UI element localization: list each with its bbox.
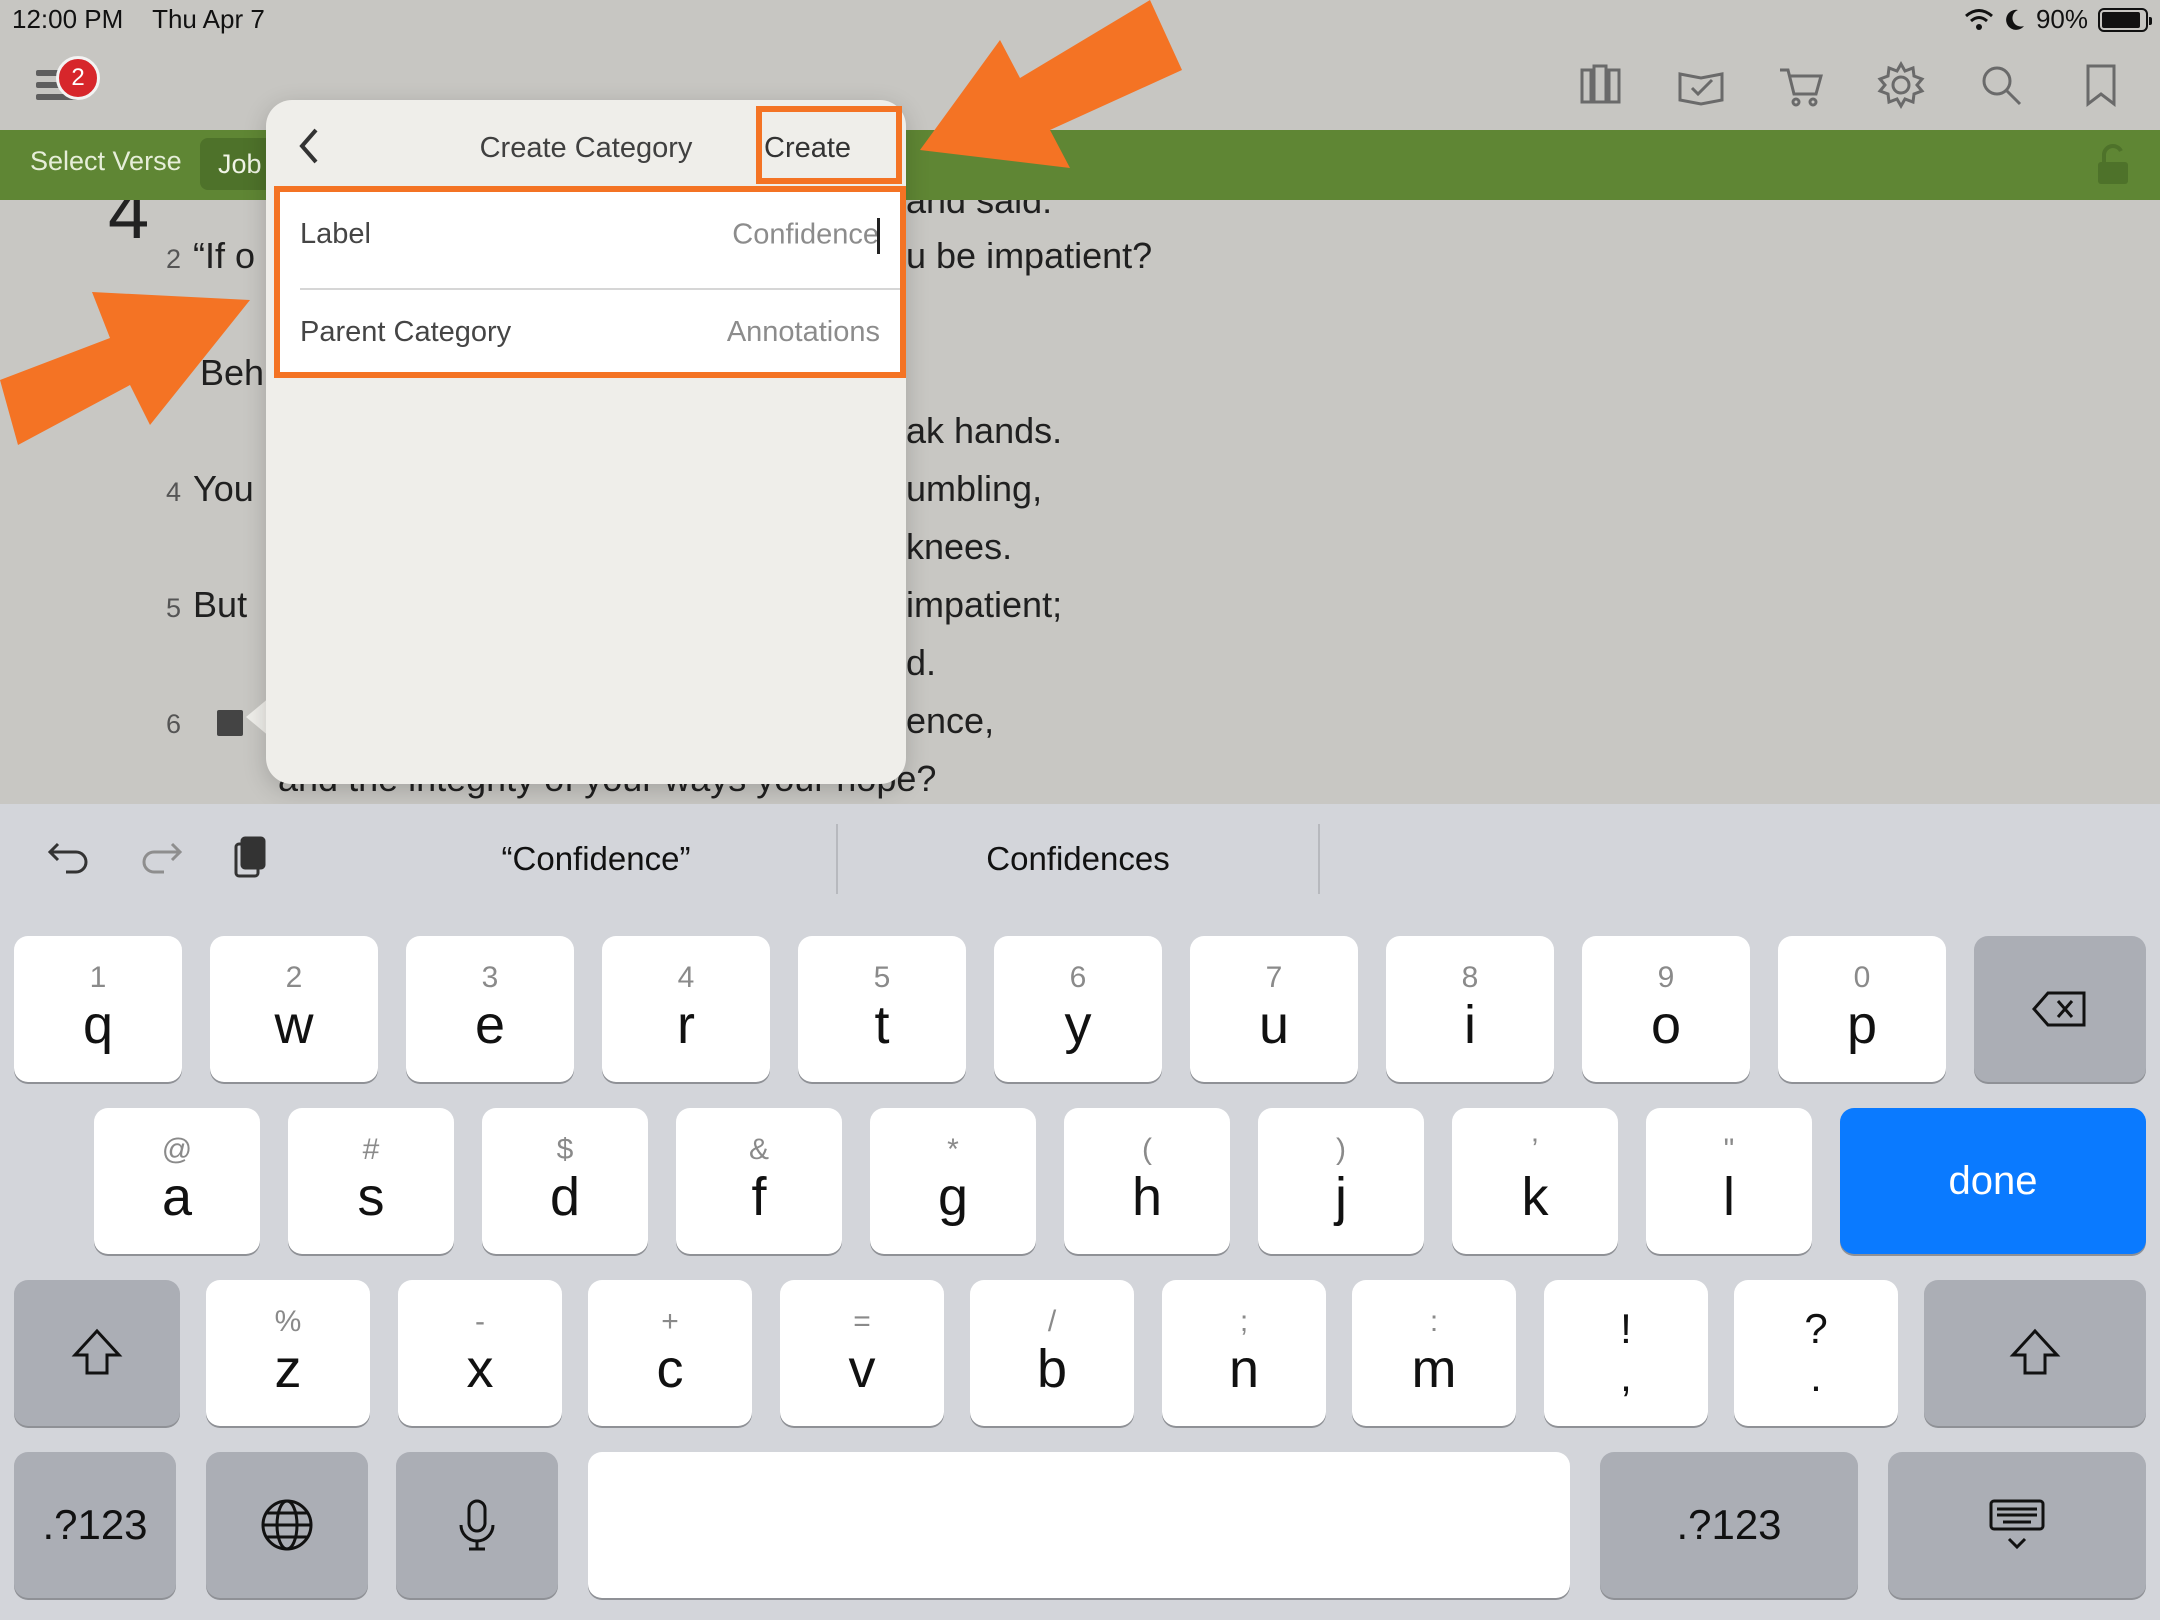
- key-j[interactable]: ) j: [1258, 1108, 1424, 1254]
- dismiss-keyboard-key[interactable]: [1888, 1452, 2146, 1598]
- verse-line: ence,: [906, 700, 995, 741]
- key-d[interactable]: $ d: [482, 1108, 648, 1254]
- key-comma[interactable]: !,: [1544, 1280, 1708, 1426]
- label-field-label: Label: [300, 218, 371, 250]
- key-k[interactable]: ’ k: [1452, 1108, 1618, 1254]
- suggestion-quoted[interactable]: “Confidence”: [356, 840, 836, 878]
- shift-key-right[interactable]: [1924, 1280, 2146, 1426]
- label-field[interactable]: Label Confidence: [280, 192, 900, 280]
- verse-line: 5 But: [166, 584, 248, 625]
- keyboard-dismiss-icon: [1989, 1499, 2045, 1550]
- onscreen-keyboard: “Confidence” Confidences 1q 2w 3e 4r 5t …: [0, 804, 2160, 1620]
- key-w[interactable]: 2w: [210, 936, 378, 1082]
- suggestion-bar: “Confidence” Confidences: [0, 804, 2160, 914]
- create-button-highlight: [756, 106, 902, 184]
- space-bar[interactable]: [588, 1452, 1570, 1598]
- notification-badge: 2: [56, 56, 100, 100]
- key-g[interactable]: * g: [870, 1108, 1036, 1254]
- select-verse-button[interactable]: Select Verse: [30, 146, 182, 177]
- key-n[interactable]: ; n: [1162, 1280, 1326, 1426]
- moon-icon: [2006, 9, 2024, 30]
- verse-line: u be impatient?: [906, 235, 1153, 276]
- callout-arrow-top: [920, 0, 1182, 168]
- library-icon[interactable]: [1568, 56, 1634, 114]
- search-icon[interactable]: [1968, 56, 2034, 114]
- verse-line: 2 “If o: [166, 235, 256, 276]
- chapter-number: 4: [108, 200, 150, 254]
- bookmark-icon[interactable]: [2068, 56, 2134, 114]
- key-z[interactable]: % z: [206, 1280, 370, 1426]
- key-o[interactable]: 9o: [1582, 936, 1750, 1082]
- text-cursor: [877, 218, 880, 254]
- globe-icon: [261, 1499, 313, 1551]
- numbers-key-right[interactable]: .?123: [1600, 1452, 1858, 1598]
- key-p[interactable]: 0p: [1778, 936, 1946, 1082]
- key-u[interactable]: 7u: [1190, 936, 1358, 1082]
- category-form: Label Confidence Parent Category Annotat…: [274, 186, 906, 378]
- redo-icon[interactable]: [136, 834, 186, 884]
- verse-line: and said:: [906, 200, 1053, 221]
- reading-plan-icon[interactable]: [1668, 56, 1734, 114]
- unlock-icon[interactable]: [2090, 142, 2136, 188]
- microphone-icon: [459, 1499, 495, 1551]
- clipboard-paste-icon[interactable]: [224, 834, 274, 884]
- battery-percent: 90%: [2035, 4, 2088, 34]
- key-l[interactable]: " l: [1646, 1108, 1812, 1254]
- key-c[interactable]: + c: [588, 1280, 752, 1426]
- wifi-icon: [1964, 8, 1993, 30]
- shift-icon: [2009, 1328, 2061, 1375]
- key-a[interactable]: @ a: [94, 1108, 260, 1254]
- key-h[interactable]: (h: [1064, 1108, 1230, 1254]
- key-q[interactable]: 1q: [14, 936, 182, 1082]
- parent-category-field[interactable]: Parent Category Annotations: [280, 290, 900, 378]
- globe-key[interactable]: [206, 1452, 368, 1598]
- key-i[interactable]: 8i: [1386, 936, 1554, 1082]
- verse-line: impatient;: [906, 584, 1063, 625]
- undo-icon[interactable]: [44, 834, 94, 884]
- dictation-key[interactable]: [396, 1452, 558, 1598]
- status-date: Thu Apr 7: [152, 4, 265, 34]
- verse-line: d.: [906, 642, 937, 683]
- backspace-key[interactable]: [1974, 936, 2146, 1082]
- key-m[interactable]: :m: [1352, 1280, 1516, 1426]
- verse-line: 1T: [220, 200, 269, 206]
- parent-category-value: Annotations: [726, 316, 880, 348]
- callout-arrow-left: [0, 292, 250, 445]
- key-v[interactable]: = v: [780, 1280, 944, 1426]
- numbers-key-left[interactable]: .?123: [14, 1452, 176, 1598]
- done-key[interactable]: done: [1840, 1108, 2146, 1254]
- verse-line: knees.: [906, 526, 1013, 567]
- shift-key-left[interactable]: [14, 1280, 180, 1426]
- backspace-icon: [2032, 991, 2086, 1027]
- key-f[interactable]: & f: [676, 1108, 842, 1254]
- key-b[interactable]: / b: [970, 1280, 1134, 1426]
- verse-line: 4 You: [166, 468, 254, 509]
- settings-gear-icon[interactable]: [1868, 56, 1934, 114]
- label-field-value: Confidence: [732, 218, 879, 251]
- suggestion-plural[interactable]: Confidences: [838, 840, 1318, 878]
- key-e[interactable]: 3e: [406, 936, 574, 1082]
- parent-category-label: Parent Category: [300, 316, 512, 348]
- key-r[interactable]: 4r: [602, 936, 770, 1082]
- key-period[interactable]: ?.: [1734, 1280, 1898, 1426]
- shift-icon: [71, 1328, 123, 1375]
- verse-line: ak hands.: [906, 410, 1063, 451]
- verse-line: 6: [166, 700, 244, 742]
- note-icon[interactable]: [217, 710, 244, 737]
- cart-icon[interactable]: [1768, 56, 1834, 114]
- key-x[interactable]: -x: [398, 1280, 562, 1426]
- key-t[interactable]: 5t: [798, 936, 966, 1082]
- verse-line: umbling,: [906, 468, 1043, 509]
- key-y[interactable]: 6y: [994, 936, 1162, 1082]
- battery-icon: [2098, 7, 2152, 32]
- key-s[interactable]: # s: [288, 1108, 454, 1254]
- status-time: 12:00 PM: [12, 4, 124, 34]
